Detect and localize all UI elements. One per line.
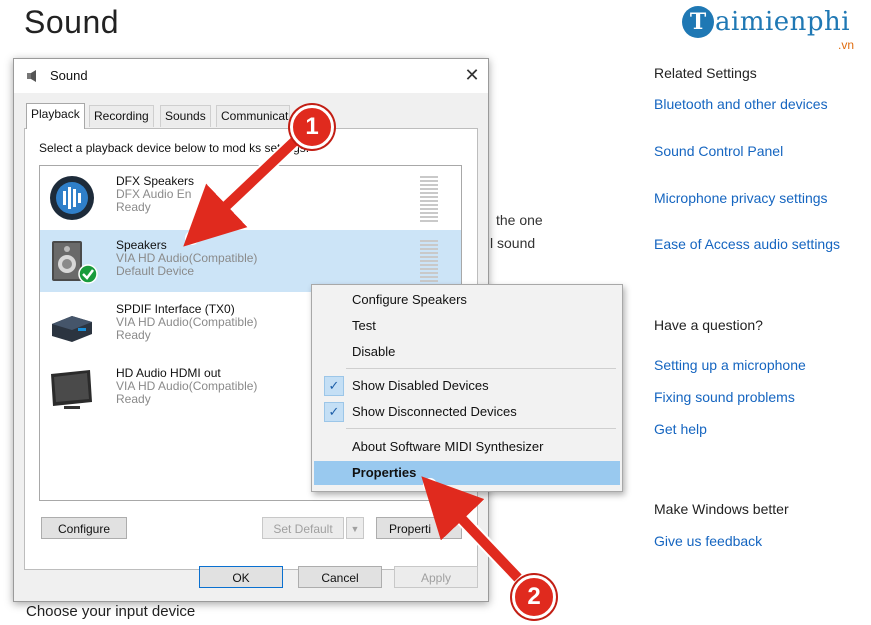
step-1-callout: 1 — [290, 105, 334, 149]
annotation-arrows — [183, 131, 525, 585]
arrow-2 — [421, 476, 522, 582]
step-2-callout: 2 — [512, 575, 556, 619]
arrow-1 — [183, 134, 302, 247]
